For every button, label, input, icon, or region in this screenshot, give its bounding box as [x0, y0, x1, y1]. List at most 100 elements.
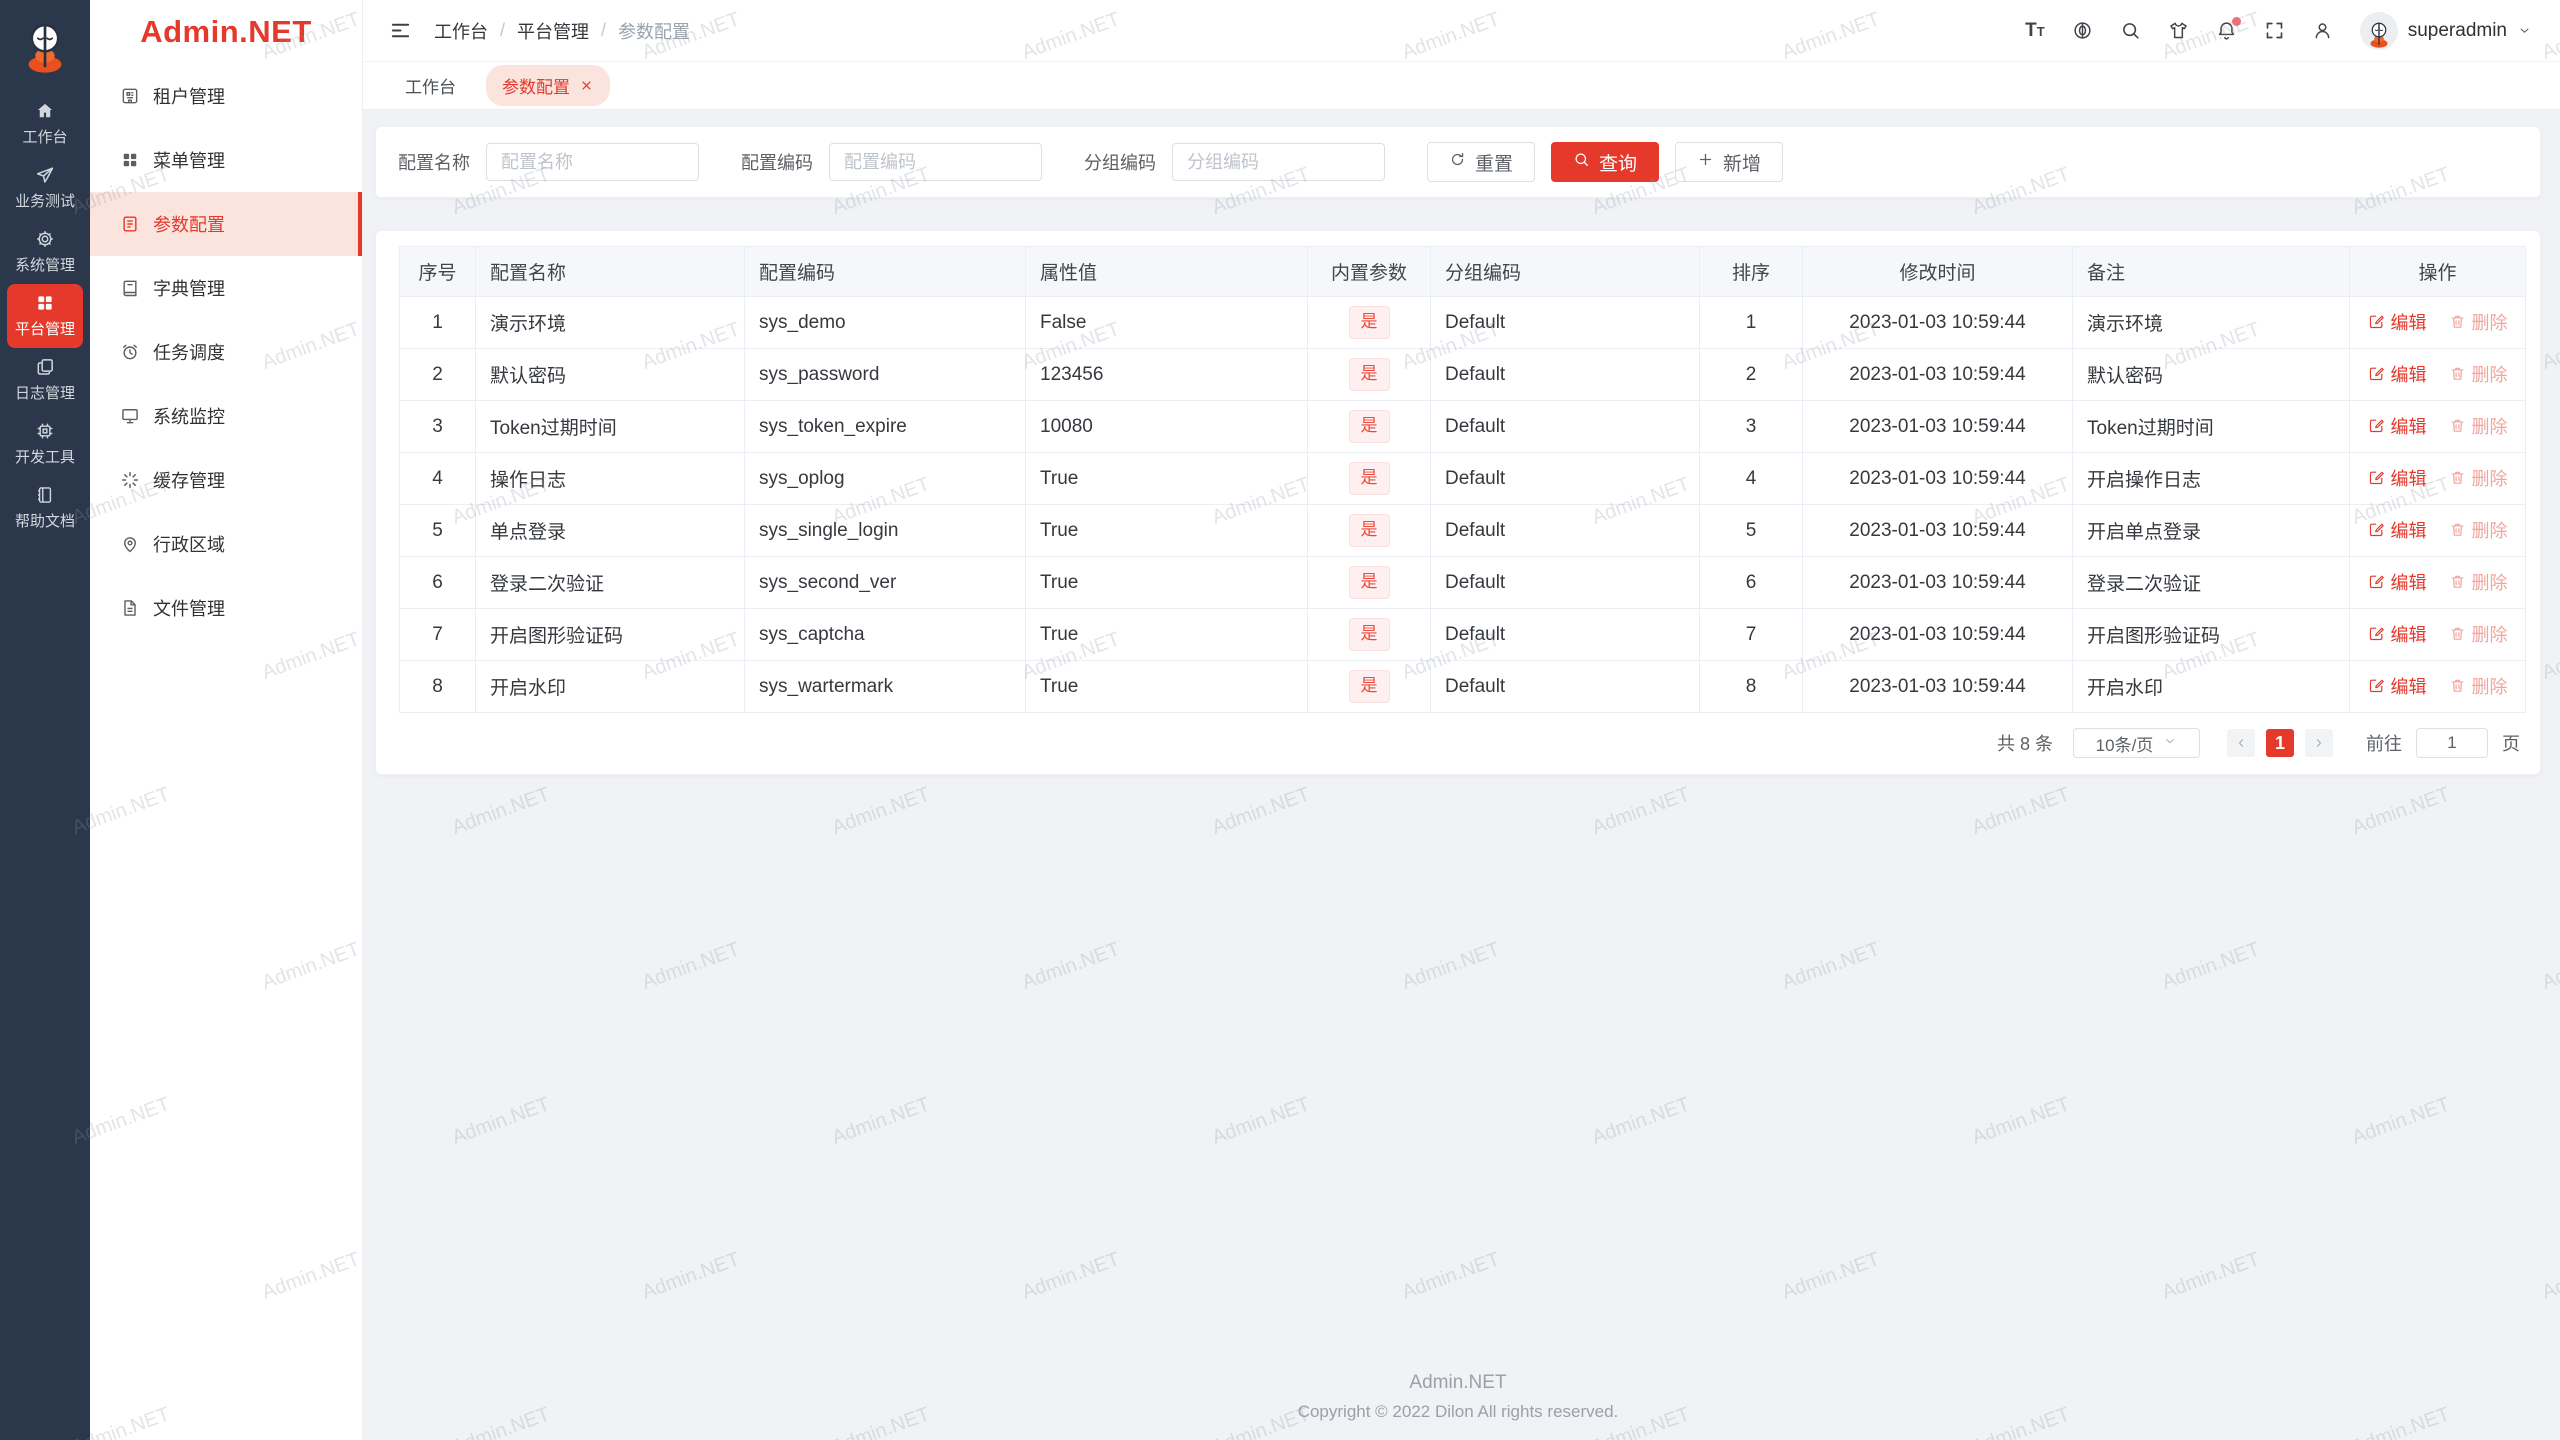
filter-input-配置编码[interactable]	[829, 143, 1042, 181]
cell-order: 4	[1699, 452, 1803, 505]
sidebar-item-缓存管理[interactable]: 缓存管理	[90, 448, 362, 512]
username: superadmin	[2407, 19, 2507, 41]
tab-工作台[interactable]: 工作台	[389, 65, 472, 106]
secondary-nav: 租户管理菜单管理参数配置 字典管理 任务调度 系统监控 缓存管理 行政区域 文件管理	[90, 64, 362, 640]
delete-button[interactable]: 删除	[2449, 309, 2508, 335]
breadcrumb-item[interactable]: 参数配置	[618, 18, 690, 44]
loading-icon	[120, 470, 140, 490]
rail-item-label: 开发工具	[14, 449, 75, 466]
table-row: 6 登录二次验证 sys_second_ver True 是 Default 6 2023-0…	[399, 556, 2526, 609]
goto-page-input[interactable]	[2416, 728, 2488, 758]
builtin-badge: 是	[1348, 618, 1390, 651]
edit-button[interactable]: 编辑	[2368, 361, 2427, 387]
sidebar-item-文件管理[interactable]: 文件管理	[90, 576, 362, 640]
main-column: 工作台 / 平台管理 / 参数配置 TT superadmin 工作台 参数配置 配置名称…	[363, 0, 2560, 1440]
cell-code: sys_demo	[744, 296, 1026, 349]
cell-group: Default	[1430, 452, 1700, 505]
rail-item-业务测试[interactable]: 业务测试	[7, 156, 83, 220]
filter-input-配置名称[interactable]	[486, 143, 699, 181]
delete-button[interactable]: 删除	[2449, 569, 2508, 595]
rail-item-日志管理[interactable]: 日志管理	[7, 348, 83, 412]
edit-button[interactable]: 编辑	[2368, 673, 2427, 699]
add-button[interactable]: 新增	[1675, 142, 1784, 182]
rail-item-工作台[interactable]: 工作台	[7, 92, 83, 156]
sidebar-item-参数配置[interactable]: 参数配置	[90, 192, 362, 256]
app-logo-text: Admin.NET	[140, 14, 312, 49]
cell-index: 8	[399, 660, 476, 713]
delete-button[interactable]: 删除	[2449, 413, 2508, 439]
edit-button[interactable]: 编辑	[2368, 413, 2427, 439]
cell-name: 默认密码	[475, 348, 745, 401]
cell-remark: 开启图形验证码	[2072, 608, 2350, 661]
bell-icon[interactable]	[2216, 17, 2241, 41]
sidebar-item-字典管理[interactable]: 字典管理	[90, 256, 362, 320]
edit-button[interactable]: 编辑	[2368, 517, 2427, 543]
delete-button[interactable]: 删除	[2449, 673, 2508, 699]
reset-button[interactable]: 重置	[1427, 142, 1536, 182]
query-button-label: 查询	[1599, 153, 1638, 175]
page-number-button[interactable]: 1	[2266, 729, 2294, 757]
delete-button[interactable]: 删除	[2449, 361, 2508, 387]
next-page-button[interactable]	[2305, 729, 2333, 757]
sidebar-item-系统监控[interactable]: 系统监控	[90, 384, 362, 448]
filter-label: 配置名称	[398, 153, 470, 173]
font-size-icon[interactable]: TT	[2025, 20, 2045, 42]
delete-button[interactable]: 删除	[2449, 465, 2508, 491]
rail-item-平台管理[interactable]: 平台管理	[7, 284, 83, 348]
close-icon[interactable]	[579, 78, 594, 93]
cell-order: 5	[1699, 504, 1803, 557]
edit-label: 编辑	[2390, 676, 2427, 697]
edit-label: 编辑	[2390, 416, 2427, 437]
user-icon[interactable]	[2312, 20, 2333, 41]
builtin-badge: 是	[1348, 358, 1390, 391]
tab-参数配置[interactable]: 参数配置	[486, 65, 610, 106]
cell-time: 2023-01-03 10:59:44	[1802, 504, 2073, 557]
sidebar-item-任务调度[interactable]: 任务调度	[90, 320, 362, 384]
breadcrumb-item[interactable]: 平台管理	[517, 18, 589, 44]
cell-value: 123456	[1025, 348, 1308, 401]
chevron-down-icon	[2163, 733, 2177, 753]
page-size-select[interactable]: 10条/页	[2073, 728, 2200, 758]
tshirt-icon[interactable]	[2168, 20, 2189, 41]
edit-button[interactable]: 编辑	[2368, 569, 2427, 595]
rail-item-帮助文档[interactable]: 帮助文档	[7, 476, 83, 540]
cell-actions: 编辑 删除	[2349, 348, 2526, 401]
collapse-menu-icon[interactable]	[389, 19, 412, 42]
column-header: 备注	[2072, 246, 2350, 297]
primary-nav: 工作台 业务测试 系统管理 平台管理 日志管理开发工具帮助文档	[0, 92, 90, 540]
column-header: 内置参数	[1307, 246, 1431, 297]
delete-button[interactable]: 删除	[2449, 621, 2508, 647]
footer-copyright: Copyright © 2022 Dilon All rights reserv…	[1297, 1402, 1619, 1421]
edit-button[interactable]: 编辑	[2368, 621, 2427, 647]
sidebar-item-label: 菜单管理	[153, 151, 225, 171]
reset-button-label: 重置	[1475, 153, 1514, 175]
fullscreen-icon[interactable]	[2264, 20, 2285, 41]
sidebar-item-行政区域[interactable]: 行政区域	[90, 512, 362, 576]
breadcrumb-item[interactable]: 工作台	[434, 18, 488, 44]
footer-title: Admin.NET	[1409, 1372, 1507, 1393]
filter-input-分组编码[interactable]	[1172, 143, 1385, 181]
rail-item-开发工具[interactable]: 开发工具	[7, 412, 83, 476]
cell-group: Default	[1430, 660, 1700, 713]
topbar-icon-group: TT	[2025, 17, 2333, 42]
sidebar-item-菜单管理[interactable]: 菜单管理	[90, 128, 362, 192]
file-doc-icon	[120, 598, 140, 618]
goto-label: 前往	[2366, 734, 2402, 754]
cell-remark: 默认密码	[2072, 348, 2350, 401]
topbar: 工作台 / 平台管理 / 参数配置 TT superadmin	[363, 0, 2560, 61]
sidebar-item-租户管理[interactable]: 租户管理	[90, 64, 362, 128]
edit-button[interactable]: 编辑	[2368, 309, 2427, 335]
prev-page-button[interactable]	[2227, 729, 2255, 757]
breadcrumb-separator: /	[601, 20, 607, 40]
delete-button[interactable]: 删除	[2449, 517, 2508, 543]
footer: Admin.NET Copyright © 2022 Dilon All rig…	[375, 1372, 2541, 1440]
language-icon[interactable]	[2072, 20, 2093, 41]
notebook-icon	[35, 485, 55, 505]
rail-item-系统管理[interactable]: 系统管理	[7, 220, 83, 284]
app-logo-mascot[interactable]	[0, 0, 90, 92]
user-menu[interactable]: superadmin	[2359, 11, 2532, 50]
edit-label: 编辑	[2390, 624, 2427, 645]
edit-button[interactable]: 编辑	[2368, 465, 2427, 491]
search-icon[interactable]	[2120, 20, 2141, 41]
query-button[interactable]: 查询	[1551, 142, 1660, 182]
